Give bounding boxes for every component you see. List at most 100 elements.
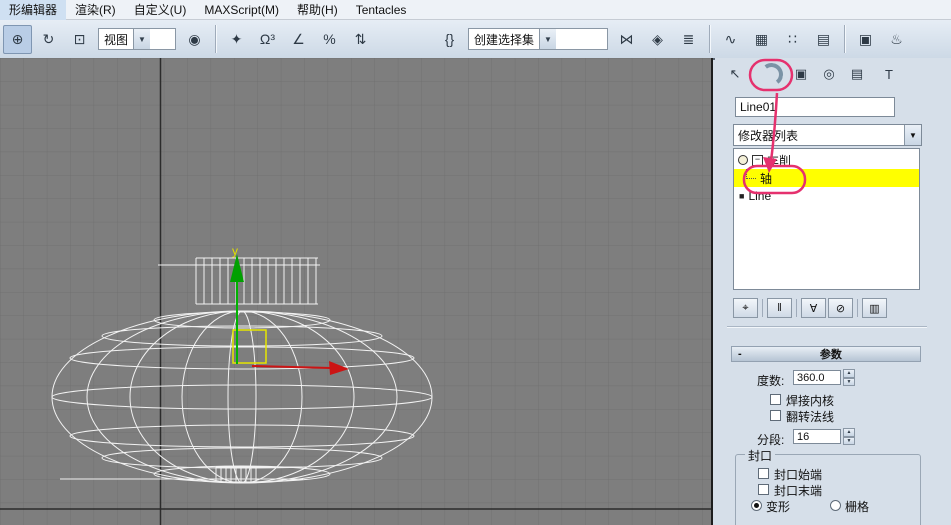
move-tool-button[interactable]: ⊕ bbox=[3, 25, 32, 54]
grid-radio[interactable] bbox=[830, 500, 841, 511]
rollout-title: 参数 bbox=[742, 346, 920, 362]
coordinate-system-value: 视图 bbox=[99, 29, 133, 49]
use-pivot-center-button[interactable]: ◉ bbox=[180, 25, 209, 54]
morph-label: 变形 bbox=[766, 498, 790, 515]
stack-row-axis[interactable]: 轴 bbox=[734, 169, 919, 187]
menu-bar: 形编辑器 渲染(R) 自定义(U) MAXScript(M) 帮助(H) Ten… bbox=[0, 0, 951, 20]
edit-named-selection-sets-button[interactable]: {} bbox=[435, 25, 464, 54]
viewport-grid bbox=[0, 58, 711, 525]
toolbar-separator bbox=[215, 25, 216, 53]
segments-label: 分段: bbox=[757, 431, 784, 448]
tab-modify[interactable] bbox=[757, 61, 785, 87]
stack-toolbar-separator bbox=[762, 299, 763, 317]
layer-manager-button[interactable]: ≣ bbox=[674, 25, 703, 54]
panel-divider bbox=[727, 326, 927, 328]
menu-maxscript[interactable]: MAXScript(M) bbox=[195, 1, 288, 19]
menu-graph-editors[interactable]: 形编辑器 bbox=[0, 0, 66, 20]
stack-label-line: Line bbox=[748, 189, 771, 203]
align-button[interactable]: ◈ bbox=[643, 25, 672, 54]
configure-modifier-sets-button[interactable]: ▥ bbox=[862, 298, 887, 318]
chevron-down-icon[interactable]: ▼ bbox=[539, 29, 556, 49]
spinner-down-icon[interactable]: ▼ bbox=[843, 437, 855, 446]
viewport[interactable]: y bbox=[0, 58, 713, 525]
snap-toggle-button[interactable]: Ω³ bbox=[253, 25, 282, 54]
cap-end-checkbox[interactable] bbox=[758, 484, 769, 495]
chevron-down-icon[interactable]: ▼ bbox=[133, 29, 150, 49]
modifier-list-label: 修改器列表 bbox=[734, 125, 904, 145]
spinner-up-icon[interactable]: ▲ bbox=[843, 428, 855, 437]
tab-utilities[interactable]: T bbox=[875, 61, 903, 87]
menu-rendering[interactable]: 渲染(R) bbox=[66, 0, 125, 20]
remove-modifier-button[interactable]: ⊘ bbox=[828, 298, 853, 318]
object-color-swatch[interactable] bbox=[713, 58, 715, 60]
degrees-spinner[interactable]: ▲ ▼ bbox=[843, 369, 855, 386]
stack-toolbar-separator bbox=[857, 299, 858, 317]
stack-row-lathe[interactable]: − 车削 bbox=[734, 151, 919, 169]
spinner-down-icon[interactable]: ▼ bbox=[843, 378, 855, 387]
cap-start-checkbox[interactable] bbox=[758, 468, 769, 479]
cap-end-label: 封口末端 bbox=[774, 482, 822, 499]
chevron-down-icon[interactable]: ▼ bbox=[904, 125, 921, 145]
flip-normals-checkbox[interactable] bbox=[770, 410, 781, 421]
tab-create[interactable]: ↖ bbox=[721, 61, 749, 87]
main-toolbar: ⊕ ↻ ⊡ 视图 ▼ ◉ ✦ Ω³ ∠ % ⇅ {} 创建选择集 ▼ ⋈ ◈ ≣… bbox=[0, 20, 951, 59]
max-window: 形编辑器 渲染(R) 自定义(U) MAXScript(M) 帮助(H) Ten… bbox=[0, 0, 951, 525]
modifier-list-dropdown[interactable]: 修改器列表 ▼ bbox=[733, 124, 922, 146]
tab-hierarchy[interactable]: ▣ bbox=[787, 61, 815, 87]
stack-label-axis: 轴 bbox=[760, 170, 772, 187]
toolbar-separator bbox=[844, 25, 845, 53]
reference-coordinate-system-dropdown[interactable]: 视图 ▼ bbox=[98, 28, 176, 50]
rotate-tool-button[interactable]: ↻ bbox=[34, 25, 63, 54]
segments-field[interactable]: 16 bbox=[793, 429, 841, 444]
weld-core-checkbox[interactable] bbox=[770, 394, 781, 405]
rendered-frame-window-button[interactable]: ▣ bbox=[851, 25, 880, 54]
segments-spinner[interactable]: ▲ ▼ bbox=[843, 428, 855, 445]
select-and-manipulate-button[interactable]: ✦ bbox=[222, 25, 251, 54]
stack-label-lathe: 车削 bbox=[767, 152, 791, 169]
render-setup-button[interactable]: ▤ bbox=[809, 25, 838, 54]
menu-customize[interactable]: 自定义(U) bbox=[125, 0, 196, 20]
tab-display[interactable]: ▤ bbox=[843, 61, 871, 87]
named-selection-sets-value: 创建选择集 bbox=[469, 29, 539, 49]
material-editor-button[interactable]: ∷ bbox=[778, 25, 807, 54]
stack-toolbar: ⌖ ‖ ∀ ⊘ ▥ bbox=[733, 298, 920, 318]
base-object-icon: ■ bbox=[739, 191, 744, 201]
degrees-field[interactable]: 360.0 bbox=[793, 370, 841, 385]
menu-tentacles[interactable]: Tentacles bbox=[347, 1, 416, 19]
pin-stack-button[interactable]: ⌖ bbox=[733, 298, 758, 318]
spinner-snap-button[interactable]: ⇅ bbox=[346, 25, 375, 54]
flip-normals-label: 翻转法线 bbox=[786, 408, 834, 425]
grid-label: 栅格 bbox=[845, 498, 869, 515]
stack-toolbar-separator bbox=[796, 299, 797, 317]
gizmo-y-axis-label: y bbox=[232, 244, 238, 258]
menu-help[interactable]: 帮助(H) bbox=[288, 0, 347, 20]
degrees-label: 度数: bbox=[757, 372, 784, 389]
cap-start-label: 封口始端 bbox=[774, 466, 822, 483]
schematic-view-button[interactable]: ▦ bbox=[747, 25, 776, 54]
named-selection-sets-combo[interactable]: 创建选择集 ▼ bbox=[468, 28, 608, 50]
curve-editor-button[interactable]: ∿ bbox=[716, 25, 745, 54]
cap-group-label: 封口 bbox=[745, 447, 775, 464]
mirror-button[interactable]: ⋈ bbox=[612, 25, 641, 54]
object-name-field[interactable]: Line01 bbox=[735, 97, 895, 117]
main-area: y ↖ ▣ ◎ ▤ T Line01 修改器列表 ▼ bbox=[0, 58, 951, 525]
percent-snap-button[interactable]: % bbox=[315, 25, 344, 54]
weld-core-label: 焊接内核 bbox=[786, 392, 834, 409]
morph-radio[interactable] bbox=[751, 500, 762, 511]
angle-snap-button[interactable]: ∠ bbox=[284, 25, 313, 54]
modify-tab-icon bbox=[758, 61, 784, 87]
toolbar-separator bbox=[709, 25, 710, 53]
make-unique-button[interactable]: ∀ bbox=[801, 298, 826, 318]
viewport-canvas[interactable]: y bbox=[0, 58, 711, 525]
render-production-button[interactable]: ♨ bbox=[882, 25, 911, 54]
stack-row-line[interactable]: ■ Line bbox=[734, 187, 919, 205]
bulb-icon[interactable] bbox=[738, 155, 748, 165]
scale-tool-button[interactable]: ⊡ bbox=[65, 25, 94, 54]
command-panel: ↖ ▣ ◎ ▤ T Line01 修改器列表 ▼ − 车削 bbox=[713, 58, 951, 525]
expand-icon[interactable]: − bbox=[752, 155, 763, 166]
modifier-stack[interactable]: − 车削 轴 ■ Line bbox=[733, 148, 920, 290]
tab-motion[interactable]: ◎ bbox=[815, 61, 843, 87]
spinner-up-icon[interactable]: ▲ bbox=[843, 369, 855, 378]
show-end-result-button[interactable]: ‖ bbox=[767, 298, 792, 318]
parameters-rollout-header[interactable]: - 参数 bbox=[731, 346, 921, 362]
